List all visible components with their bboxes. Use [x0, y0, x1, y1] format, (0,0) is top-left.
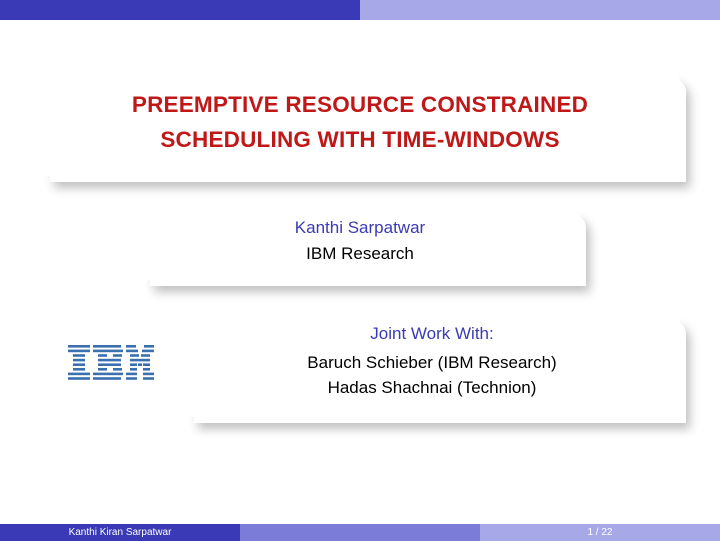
coauthor-1: Baruch Schieber (IBM Research)	[204, 350, 660, 376]
author-affiliation: IBM Research	[160, 244, 560, 264]
footer-author: Kanthi Kiran Sarpatwar	[0, 524, 240, 541]
header-bar	[0, 0, 720, 20]
title-line-1: PREEMPTIVE RESOURCE CONSTRAINED	[132, 92, 588, 117]
header-bar-light	[360, 0, 720, 20]
coauthor-2: Hadas Shachnai (Technion)	[204, 375, 660, 401]
author-name: Kanthi Sarpatwar	[160, 218, 560, 238]
title-line-2: SCHEDULING WITH TIME-WINDOWS	[160, 127, 559, 152]
footer-bar: Kanthi Kiran Sarpatwar 1 / 22	[0, 524, 720, 541]
header-bar-dark	[0, 0, 360, 20]
joint-work-block: Joint Work With: Baruch Schieber (IBM Re…	[184, 310, 680, 417]
title-block: PREEMPTIVE RESOURCE CONSTRAINED SCHEDULI…	[40, 68, 680, 176]
author-block: Kanthi Sarpatwar IBM Research	[140, 204, 580, 280]
joint-work-heading: Joint Work With:	[204, 324, 660, 344]
joint-work-row: Joint Work With: Baruch Schieber (IBM Re…	[40, 310, 680, 417]
ibm-logo-icon	[68, 345, 154, 381]
footer-mid	[240, 524, 480, 541]
footer-page-number: 1 / 22	[480, 524, 720, 541]
slide-title: PREEMPTIVE RESOURCE CONSTRAINED SCHEDULI…	[60, 88, 660, 158]
